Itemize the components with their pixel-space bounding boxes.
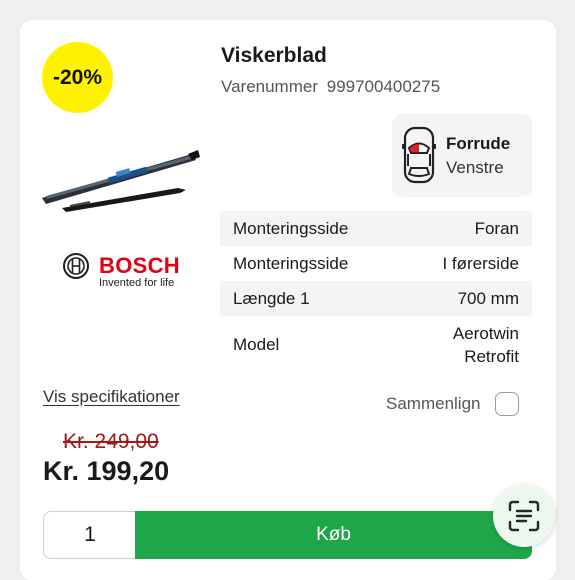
position-secondary: Venstre xyxy=(446,158,504,177)
compare-control[interactable]: Sammenlign xyxy=(386,392,519,416)
show-specs-link[interactable]: Vis specifikationer xyxy=(43,387,180,407)
discount-badge: -20% xyxy=(42,42,113,113)
bosch-logo-icon xyxy=(63,253,89,279)
spec-label: Model xyxy=(233,335,280,354)
spec-row: Monteringsside I førerside xyxy=(220,246,532,281)
position-box: Forrude Venstre xyxy=(392,114,532,197)
position-primary: Forrude xyxy=(446,134,511,153)
scan-text-icon xyxy=(508,500,540,532)
buy-label: Køb xyxy=(316,524,351,545)
product-title: Viskerblad xyxy=(221,44,327,67)
spec-value: 700 mm xyxy=(457,288,519,308)
discount-text: -20% xyxy=(52,65,103,89)
product-image xyxy=(40,148,202,219)
current-price: Kr. 199,20 xyxy=(43,456,170,486)
spec-table: Monteringsside Foran Monteringsside I fø… xyxy=(220,211,532,374)
spec-row: Model Aerotwin Retrofit xyxy=(220,316,532,374)
spec-label: Monteringsside xyxy=(233,253,349,273)
quantity-value: 1 xyxy=(84,523,96,546)
compare-checkbox[interactable] xyxy=(494,392,519,416)
item-number-label: Varenummer xyxy=(221,77,318,96)
brand-logo: BOSCH Invented for life xyxy=(62,252,192,289)
spec-label: Monteringsside xyxy=(233,218,349,238)
spec-value: Aerotwin Retrofit xyxy=(452,324,519,366)
old-price: Kr. 249,00 xyxy=(63,430,159,453)
item-number: Varenummer 999700400275 xyxy=(221,77,440,97)
spec-row: Monteringsside Foran xyxy=(220,211,532,246)
spec-label: Længde 1 xyxy=(233,288,310,308)
brand-name: BOSCH xyxy=(99,253,180,278)
scan-button[interactable] xyxy=(493,485,555,547)
item-number-value: 999700400275 xyxy=(326,77,441,96)
spec-row: Længde 1 700 mm xyxy=(220,281,532,316)
spec-value: I førerside xyxy=(442,253,519,273)
car-top-view-icon xyxy=(402,126,436,184)
quantity-input[interactable]: 1 xyxy=(43,511,136,559)
buy-button[interactable]: Køb xyxy=(135,511,532,559)
spec-value: Foran xyxy=(474,218,519,238)
compare-label: Sammenlign xyxy=(386,394,481,413)
